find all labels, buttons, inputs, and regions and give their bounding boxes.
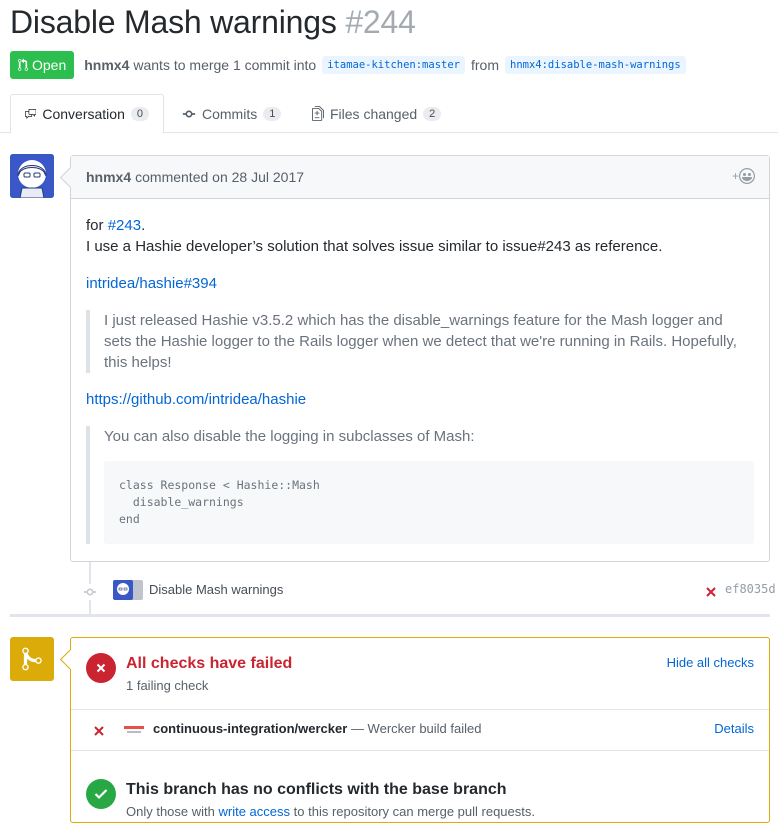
commit-avatar-image (113, 580, 143, 600)
git-merge-icon (22, 647, 42, 671)
no-conflicts-check-icon (86, 779, 116, 809)
tab-files-count: 2 (423, 106, 442, 121)
write-access-link[interactable]: write access (219, 804, 291, 819)
issue-link-243[interactable]: #243 (108, 217, 141, 234)
tab-conversation-count: 0 (130, 107, 149, 121)
pr-number: #244 (345, 4, 416, 40)
checks-failed-icon (86, 653, 116, 683)
merge-text: wants to merge 1 commit into (133, 57, 317, 73)
timeline-end-divider (10, 614, 770, 617)
author-avatar[interactable] (10, 154, 54, 198)
checks-section: All checks have failed 1 failing check H… (71, 638, 769, 710)
wercker-logo-icon (124, 723, 144, 737)
quote-2-text: You can also disable the logging in subc… (104, 428, 475, 445)
comment-paragraph-3: https://github.com/intridea/hashie (86, 389, 754, 410)
comment-paragraph-2: intridea/hashie#394 (86, 273, 754, 294)
merge-summary: hnmx4 wants to merge 1 commit into itama… (84, 56, 687, 74)
comment-action: commented on 28 Jul 2017 (135, 169, 305, 185)
conflicts-subtitle: Only those with write access to this rep… (126, 804, 535, 819)
state-label: Open (32, 57, 67, 73)
tab-commits-count: 1 (263, 106, 282, 121)
pr-meta: Open hnmx4 wants to merge 1 commit into … (10, 51, 688, 79)
tab-files-label: Files changed (330, 105, 418, 122)
comment-line-2: I use a Hashie developer’s solution that… (86, 238, 663, 255)
check-name: continuous-integration/wercker — Wercker… (153, 721, 481, 736)
check-context: continuous-integration/wercker (153, 721, 348, 736)
commit-dot-icon (82, 584, 98, 600)
head-branch[interactable]: hnmx4:disable-mash-warnings (505, 56, 686, 74)
comment-box: hnmx4 commented on 28 Jul 2017 + for #24… (70, 155, 770, 562)
blockquote-1: I just released Hashie v3.5.2 which has … (86, 310, 754, 373)
checks-title: All checks have failed (126, 655, 293, 672)
conflicts-sub-suffix: to this repository can merge pull reques… (293, 804, 535, 819)
git-commit-icon (182, 110, 196, 117)
quote-1-text: I just released Hashie v3.5.2 which has … (104, 312, 737, 371)
for-prefix: for (86, 217, 104, 234)
commit-fail-x-icon[interactable] (705, 585, 717, 601)
state-badge: Open (10, 51, 75, 79)
commit-message[interactable]: Disable Mash warnings (149, 582, 283, 597)
avatar-image (10, 154, 54, 198)
for-suffix: . (141, 217, 146, 234)
commit-sha[interactable]: ef8035d (725, 582, 776, 596)
merge-icon-box (10, 637, 54, 681)
base-branch[interactable]: itamae-kitchen:master (322, 56, 465, 74)
tab-conversation[interactable]: Conversation 0 (10, 94, 164, 134)
hide-all-checks-button[interactable]: Hide all checks (667, 655, 754, 670)
blockquote-2: You can also disable the logging in subc… (86, 426, 754, 544)
git-pull-request-icon (18, 58, 28, 71)
from-text: from (471, 57, 499, 73)
pr-tabs: Conversation 0 Commits 1 Files changed 2 (0, 94, 778, 134)
tab-files-changed[interactable]: Files changed 2 (298, 94, 455, 133)
pr-title: Disable Mash warnings #244 (10, 4, 416, 41)
comment-header: hnmx4 commented on 28 Jul 2017 + (71, 156, 769, 199)
pr-title-text: Disable Mash warnings (10, 4, 337, 40)
conflicts-sub-prefix: Only those with (126, 804, 215, 819)
comment-discussion-icon (25, 109, 37, 119)
code-block: class Response < Hashie::Mash disable_wa… (104, 461, 754, 544)
commit-avatars[interactable] (113, 580, 143, 600)
pr-author-link[interactable]: hnmx4 (84, 57, 129, 73)
file-diff-icon (312, 106, 324, 121)
hashie-issue-link[interactable]: intridea/hashie#394 (86, 275, 217, 292)
comment-author[interactable]: hnmx4 (86, 169, 131, 185)
smiley-icon (739, 168, 755, 184)
check-row: continuous-integration/wercker — Wercker… (71, 710, 769, 751)
conflicts-title: This branch has no conflicts with the ba… (126, 781, 507, 798)
check-description: — Wercker build failed (350, 721, 482, 736)
tab-conversation-label: Conversation (42, 106, 125, 122)
hashie-repo-link[interactable]: https://github.com/intridea/hashie (86, 391, 306, 408)
add-reaction-button[interactable]: + (732, 168, 755, 184)
merge-status-box: All checks have failed 1 failing check H… (70, 637, 770, 823)
tab-commits-label: Commits (202, 105, 258, 122)
conflicts-section: This branch has no conflicts with the ba… (71, 751, 769, 824)
checks-subtitle: 1 failing check (126, 678, 209, 693)
check-details-link[interactable]: Details (714, 721, 754, 736)
reaction-plus: + (731, 169, 739, 183)
check-fail-x-icon (93, 724, 105, 740)
comment-paragraph-1: for #243. I use a Hashie developer’s sol… (86, 215, 754, 257)
tab-commits[interactable]: Commits 1 (168, 94, 295, 133)
comment-body: for #243. I use a Hashie developer’s sol… (71, 199, 769, 544)
